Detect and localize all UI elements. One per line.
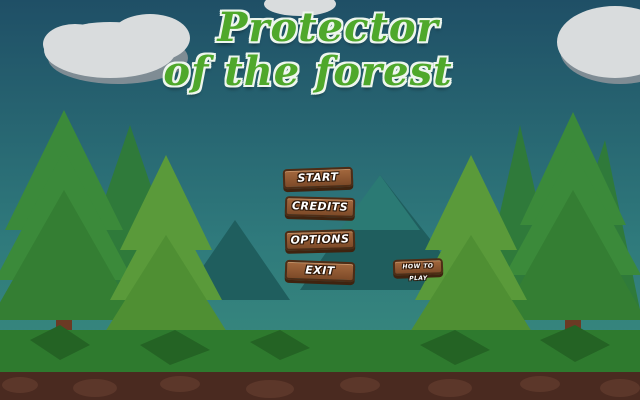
start-button[interactable]: Start (282, 166, 354, 190)
game-title-line-2: of the forest (163, 48, 453, 95)
options-button[interactable]: Options (284, 229, 356, 251)
credits-button[interactable]: Credits (284, 196, 356, 218)
game-title-line-1: Protector (217, 4, 439, 51)
exit-button[interactable]: Exit (284, 259, 356, 283)
how-to-play-button[interactable]: How to play (392, 258, 444, 282)
main-menu-screen: Protector of the forest Start Credits Op… (0, 0, 640, 400)
